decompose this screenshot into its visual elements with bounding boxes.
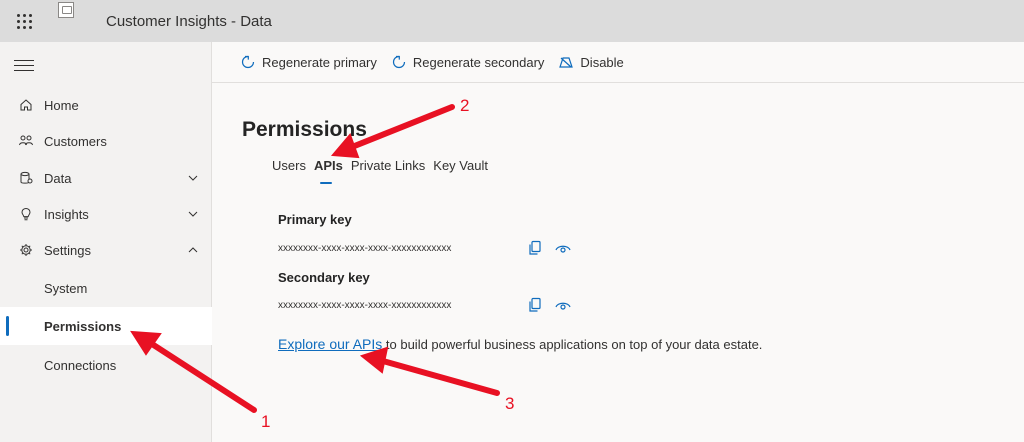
database-icon [18, 170, 34, 186]
sidebar-subitem-label: Connections [44, 357, 117, 373]
disable-button[interactable]: Disable [558, 42, 624, 83]
chevron-up-icon[interactable] [188, 245, 198, 255]
gear-icon [18, 242, 34, 258]
sidebar-subitem-connections[interactable]: Connections [0, 346, 212, 384]
hamburger-menu-icon[interactable] [14, 60, 34, 72]
regenerate-primary-button[interactable]: Regenerate primary [240, 42, 377, 83]
broken-image-icon [58, 2, 74, 18]
tab-key-vault[interactable]: Key Vault [433, 158, 488, 184]
sidebar-item-label: Settings [44, 242, 91, 258]
tab-apis[interactable]: APIs [314, 158, 343, 184]
copy-secondary-key-button[interactable] [526, 296, 544, 314]
annotation-number-1: 1 [261, 412, 271, 431]
annotation-number-3: 3 [505, 394, 515, 413]
app-title[interactable]: Customer Insights - Data [106, 13, 272, 30]
sidebar-subitem-system[interactable]: System [0, 269, 212, 307]
sidebar-item-label: Insights [44, 206, 89, 222]
annotation-number-2: 2 [460, 96, 470, 115]
sidebar-subitem-label: Permissions [44, 318, 122, 334]
sidebar-item-label: Customers [44, 133, 107, 149]
refresh-icon [241, 55, 255, 69]
show-primary-key-button[interactable] [554, 239, 572, 257]
eye-icon [555, 302, 571, 310]
people-icon [18, 133, 34, 149]
top-bar: Customer Insights - Data [0, 0, 1024, 42]
chevron-down-icon[interactable] [188, 173, 198, 183]
active-indicator [6, 316, 9, 336]
waffle-icon [16, 13, 32, 29]
app-launcher-button[interactable] [0, 0, 48, 42]
command-label: Regenerate secondary [412, 54, 545, 70]
primary-key-value: xxxxxxxx-xxxx-xxxx-xxxx-xxxxxxxxxxxx [278, 243, 452, 254]
sidebar-item-settings[interactable]: Settings [0, 232, 212, 268]
primary-key-label: Primary key [278, 212, 352, 227]
command-label: Disable [580, 54, 624, 70]
explore-apis-link[interactable]: Explore our APIs [278, 336, 382, 352]
explore-apis-description: to build powerful business applications … [382, 337, 763, 352]
secondary-key-label: Secondary key [278, 270, 370, 285]
home-icon [18, 97, 34, 113]
sidebar-item-label: Data [44, 170, 72, 186]
eye-icon [555, 245, 571, 253]
sidebar-item-customers[interactable]: Customers [0, 123, 212, 159]
annotation-arrow-3 [380, 358, 500, 396]
copy-icon [529, 297, 541, 312]
sidebar-item-label: Home [44, 97, 79, 113]
command-bar: Regenerate primary Regenerate secondary … [212, 42, 1024, 83]
disable-icon [559, 57, 574, 68]
lightbulb-icon [18, 206, 34, 222]
tab-private-links[interactable]: Private Links [351, 158, 425, 184]
sidebar-item-insights[interactable]: Insights [0, 196, 212, 232]
copy-icon [529, 240, 541, 255]
command-label: Regenerate primary [262, 54, 377, 70]
copy-primary-key-button[interactable] [526, 239, 544, 257]
secondary-key-value: xxxxxxxx-xxxx-xxxx-xxxx-xxxxxxxxxxxx [278, 300, 452, 311]
show-secondary-key-button[interactable] [554, 296, 572, 314]
sidebar: Home Customers Data Insights Settings Sy… [0, 42, 212, 442]
sidebar-item-data[interactable]: Data [0, 160, 212, 196]
chevron-down-icon[interactable] [188, 209, 198, 219]
sidebar-subitem-label: System [44, 280, 88, 296]
regenerate-secondary-button[interactable]: Regenerate secondary [391, 42, 545, 83]
page-title: Permissions [242, 118, 367, 141]
tab-list: Users APIs Private Links Key Vault [272, 158, 496, 184]
explore-apis-text: Explore our APIs to build powerful busin… [278, 336, 762, 352]
tab-users[interactable]: Users [272, 158, 306, 184]
sidebar-item-home[interactable]: Home [0, 87, 212, 123]
annotation-arrow-2 [349, 104, 455, 150]
refresh-icon [392, 55, 405, 69]
sidebar-subitem-permissions[interactable]: Permissions [0, 307, 212, 345]
